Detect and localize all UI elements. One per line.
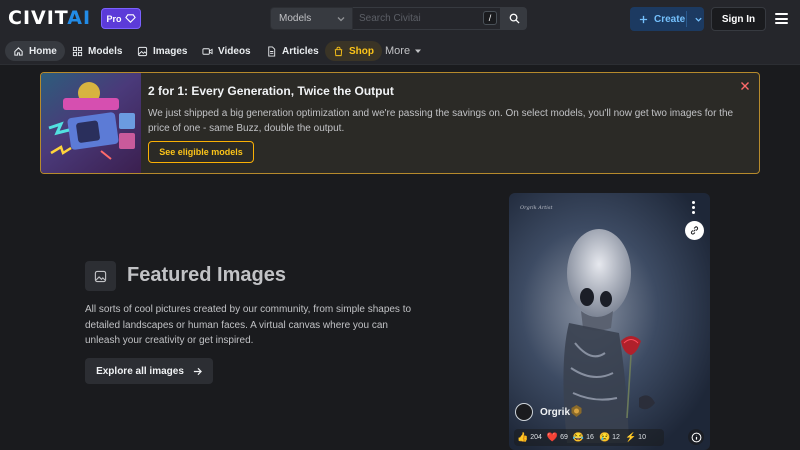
logo-accent: AI bbox=[67, 7, 92, 29]
bolt-icon: ⚡ bbox=[624, 432, 637, 442]
nav-label: Models bbox=[88, 45, 123, 57]
home-icon bbox=[14, 46, 23, 56]
search-input[interactable] bbox=[353, 7, 501, 30]
pro-badge[interactable]: Pro bbox=[101, 8, 141, 29]
search-bar: Models / bbox=[270, 7, 527, 30]
cry-icon: 😢 bbox=[598, 432, 611, 442]
reaction-bar: 👍 204 ❤️ 69 😂 16 😢 12 ⚡ 10 bbox=[514, 429, 664, 446]
nav-label: Images bbox=[153, 45, 188, 57]
explore-all-images-button[interactable]: Explore all images bbox=[85, 358, 213, 384]
sign-in-button[interactable]: Sign In bbox=[711, 7, 766, 31]
more-options-icon[interactable] bbox=[692, 201, 696, 215]
thumbs-up-icon: 👍 bbox=[517, 432, 529, 442]
nav-label: Shop bbox=[349, 45, 374, 57]
reaction-count: 10 bbox=[638, 434, 646, 441]
nav-item-models[interactable]: Models bbox=[64, 41, 130, 61]
shopping-bag-icon bbox=[334, 46, 343, 56]
pro-label: Pro bbox=[106, 13, 122, 24]
heart-icon: ❤️ bbox=[546, 432, 559, 442]
grid-icon bbox=[72, 46, 83, 56]
nav-item-articles[interactable]: Articles bbox=[258, 41, 327, 61]
reaction-heart[interactable]: ❤️ 69 bbox=[547, 432, 568, 443]
multiplier-illustration bbox=[48, 82, 135, 160]
image-info-button[interactable] bbox=[688, 429, 704, 445]
image-watermark: Orgrik Artist bbox=[520, 205, 553, 211]
reaction-count: 12 bbox=[612, 434, 620, 441]
nav-item-images[interactable]: Images bbox=[129, 41, 195, 61]
reaction-count: 69 bbox=[560, 434, 568, 441]
caret-down-icon bbox=[415, 49, 422, 53]
photo-icon bbox=[137, 46, 148, 56]
link-button[interactable] bbox=[685, 221, 704, 240]
search-shortcut-key: / bbox=[483, 11, 497, 25]
nav-more-menu[interactable]: More bbox=[385, 41, 422, 61]
reaction-laugh[interactable]: 😂 16 bbox=[573, 432, 594, 443]
featured-images-icon-box bbox=[85, 261, 116, 291]
banner-title: 2 for 1: Every Generation, Twice the Out… bbox=[148, 84, 394, 98]
nav-label: Home bbox=[29, 45, 57, 57]
info-icon bbox=[691, 432, 701, 442]
civitai-logo[interactable]: CIVITAI bbox=[8, 9, 91, 28]
laugh-icon: 😂 bbox=[572, 432, 585, 442]
logo-main: CIVIT bbox=[8, 7, 68, 29]
card-username[interactable]: Orgrik bbox=[540, 407, 570, 418]
reaction-thumbs-up[interactable]: 👍 204 bbox=[517, 432, 542, 443]
featured-images-description: All sorts of cool pictures created by ou… bbox=[85, 304, 412, 346]
nav-more-label: More bbox=[385, 45, 411, 57]
arrow-right-icon bbox=[193, 367, 202, 375]
search-icon bbox=[509, 13, 520, 24]
search-scope-value: Models bbox=[279, 13, 312, 24]
create-button[interactable]: Create bbox=[630, 7, 704, 31]
nav-item-videos[interactable]: Videos bbox=[194, 41, 259, 61]
promo-image bbox=[41, 73, 141, 173]
reaction-bolt[interactable]: ⚡ 10 bbox=[625, 432, 646, 443]
reaction-count: 16 bbox=[586, 434, 594, 441]
chevron-down-icon bbox=[337, 17, 345, 22]
nav-label: Articles bbox=[282, 45, 319, 57]
featured-images-title: Featured Images bbox=[127, 264, 286, 286]
nav-item-home[interactable]: Home bbox=[5, 41, 65, 61]
see-eligible-models-button[interactable]: See eligible models bbox=[148, 141, 254, 163]
promo-banner: 2 for 1: Every Generation, Twice the Out… bbox=[40, 72, 760, 174]
main-nav: Home Models Images Videos Articles Shop … bbox=[0, 37, 800, 65]
explore-label: Explore all images bbox=[96, 365, 184, 377]
menu-icon[interactable] bbox=[775, 13, 788, 24]
top-bar: CIVITAI Pro Models / Create Sign In bbox=[0, 0, 800, 37]
nav-label: Videos bbox=[218, 45, 251, 57]
nav-item-shop[interactable]: Shop bbox=[325, 41, 382, 61]
video-icon bbox=[202, 47, 213, 55]
search-button[interactable] bbox=[501, 7, 527, 30]
user-badge-icon bbox=[571, 405, 582, 417]
plus-icon bbox=[639, 15, 648, 23]
featured-image-card[interactable]: Orgrik Artist Orgrik 👍 204 ❤️ 69 😂 16 😢 12 ⚡… bbox=[509, 193, 710, 450]
banner-description: We just shipped a big generation optimiz… bbox=[148, 108, 734, 134]
reaction-cry[interactable]: 😢 12 bbox=[599, 432, 620, 443]
file-text-icon bbox=[268, 45, 276, 57]
reaction-count: 204 bbox=[530, 434, 542, 441]
photo-icon bbox=[94, 270, 107, 282]
close-icon[interactable] bbox=[740, 81, 750, 91]
chevron-down-icon bbox=[695, 17, 702, 22]
diamond-icon bbox=[124, 14, 136, 23]
search-scope-select[interactable]: Models bbox=[270, 7, 353, 30]
link-icon bbox=[690, 226, 699, 235]
avatar[interactable] bbox=[515, 403, 533, 421]
create-label: Create bbox=[654, 13, 686, 25]
create-divider bbox=[686, 11, 687, 27]
